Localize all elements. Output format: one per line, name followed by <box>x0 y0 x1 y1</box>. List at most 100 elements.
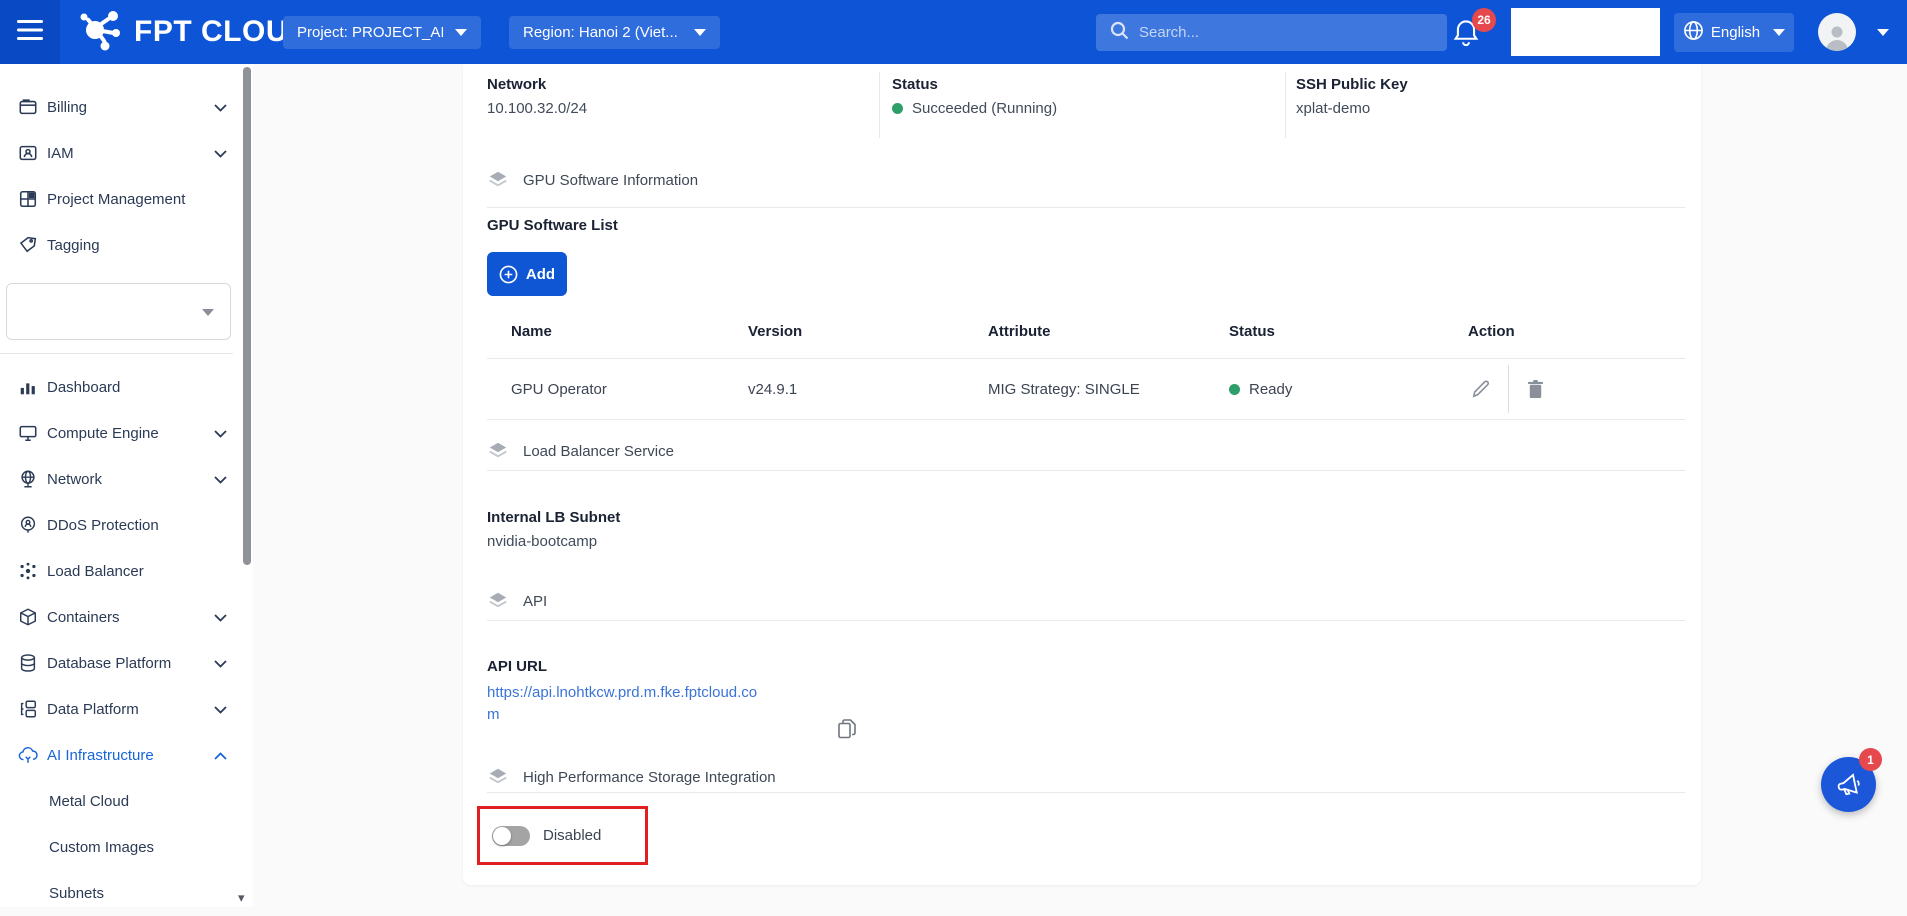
project-selector-label: Project: PROJECT_AIC... <box>297 24 443 41</box>
sidebar-item-label: Database Platform <box>47 655 214 672</box>
language-label: English <box>1711 24 1760 41</box>
ssh-key-label: SSH Public Key <box>1296 76 1685 93</box>
sidebar-item-label: Load Balancer <box>47 563 227 580</box>
database-icon <box>17 652 39 674</box>
copy-icon <box>837 718 857 740</box>
global-search[interactable] <box>1096 14 1447 51</box>
gpu-software-list-title: GPU Software List <box>487 217 1685 234</box>
sidebar-item-load-balancer[interactable]: Load Balancer <box>0 548 253 594</box>
sidebar-item-label: Compute Engine <box>47 425 214 442</box>
chevron-down-icon <box>214 145 227 162</box>
status-dot-green <box>1229 384 1240 395</box>
column-header-attribute: Attribute <box>964 323 1205 340</box>
cell-attribute: MIG Strategy: SINGLE <box>964 381 1205 398</box>
sidebar-item-dashboard[interactable]: Dashboard <box>0 364 253 410</box>
status-field: Status Succeeded (Running) <box>880 72 1286 138</box>
sidebar-item-ai-infrastructure[interactable]: AI Infrastructure <box>0 732 253 778</box>
sidebar-navigation: Billing IAM Project Management Tagging D… <box>0 64 253 907</box>
sidebar-item-containers[interactable]: Containers <box>0 594 253 640</box>
edit-button[interactable] <box>1468 377 1493 402</box>
sidebar-item-label: Dashboard <box>47 379 227 396</box>
ssh-key-field: SSH Public Key xplat-demo <box>1286 72 1685 138</box>
sidebar-item-billing[interactable]: Billing <box>0 84 253 130</box>
language-selector[interactable]: English <box>1674 13 1794 52</box>
bar-chart-icon <box>17 376 39 398</box>
search-input[interactable] <box>1139 24 1433 41</box>
section-divider <box>487 470 1685 471</box>
sidebar-item-label: Project Management <box>47 191 227 208</box>
chevron-down-icon <box>214 425 227 442</box>
sidebar-item-data-platform[interactable]: Data Platform <box>0 686 253 732</box>
chevron-up-icon <box>214 747 227 764</box>
chevron-down-icon <box>214 99 227 116</box>
chevron-down-icon <box>214 609 227 626</box>
user-menu[interactable] <box>1818 13 1889 51</box>
sidebar-item-database-platform[interactable]: Database Platform <box>0 640 253 686</box>
plus-circle-icon <box>499 265 518 284</box>
project-selector[interactable]: Project: PROJECT_AIC... <box>283 16 481 49</box>
section-api: API <box>487 589 1685 613</box>
hamburger-menu-button[interactable] <box>0 0 60 64</box>
sidebar-item-tagging[interactable]: Tagging <box>0 222 253 268</box>
add-gpu-software-button[interactable]: Add <box>487 252 567 296</box>
section-load-balancer-service: Load Balancer Service <box>487 439 1685 463</box>
delete-button[interactable] <box>1524 377 1547 402</box>
column-header-action: Action <box>1444 323 1685 340</box>
sidebar-scroll-down-icon[interactable]: ▾ <box>238 890 245 906</box>
hpsi-toggle-label: Disabled <box>543 827 601 844</box>
notification-count-badge: 26 <box>1472 8 1496 32</box>
gpu-software-table: Name Version Attribute Status Action GPU… <box>487 304 1685 420</box>
column-header-status: Status <box>1205 323 1444 340</box>
section-gpu-software-information: GPU Software Information <box>487 168 1685 192</box>
sidebar-select[interactable] <box>6 283 231 340</box>
monitor-icon <box>17 422 39 444</box>
ddos-shield-icon <box>17 514 39 536</box>
chevron-down-icon <box>1773 29 1785 36</box>
data-stack-icon <box>17 698 39 720</box>
chevron-down-icon <box>202 309 214 316</box>
status-value: Succeeded (Running) <box>892 100 1285 117</box>
sidebar-item-label: Subnets <box>49 885 227 902</box>
package-icon <box>17 606 39 628</box>
api-url-label: API URL <box>487 658 1685 675</box>
nodes-icon <box>17 560 39 582</box>
sidebar-item-network[interactable]: Network <box>0 456 253 502</box>
region-selector[interactable]: Region: Hanoi 2 (Viet... <box>509 16 720 49</box>
section-divider <box>487 792 1685 793</box>
search-icon <box>1110 21 1129 45</box>
internal-lb-subnet-value: nvidia-bootcamp <box>487 533 1685 550</box>
sidebar-item-project-management[interactable]: Project Management <box>0 176 253 222</box>
sidebar-item-label: Containers <box>47 609 214 626</box>
cell-name: GPU Operator <box>487 381 724 398</box>
sidebar-item-metal-cloud[interactable]: Metal Cloud <box>0 778 253 824</box>
sidebar-item-custom-images[interactable]: Custom Images <box>0 824 253 870</box>
api-url-link[interactable]: https://api.lnohtkcw.prd.m.fke.fptcloud.… <box>487 682 759 726</box>
action-divider <box>1508 365 1509 413</box>
cell-action <box>1444 365 1685 413</box>
sidebar-item-subnets[interactable]: Subnets <box>0 870 253 916</box>
sidebar-item-label: DDoS Protection <box>47 517 227 534</box>
layers-icon <box>487 169 509 191</box>
blank-overlay-box <box>1511 8 1660 56</box>
layers-icon <box>487 590 509 612</box>
toggle-knob <box>493 827 511 845</box>
sidebar-divider <box>0 353 233 354</box>
pencil-icon <box>1470 379 1491 400</box>
network-label: Network <box>487 76 879 93</box>
sidebar-item-iam[interactable]: IAM <box>0 130 253 176</box>
sidebar-item-label: AI Infrastructure <box>47 747 214 764</box>
api-url-block: API URL https://api.lnohtkcw.prd.m.fke.f… <box>487 658 1685 726</box>
sidebar-item-label: Metal Cloud <box>49 793 227 810</box>
chevron-down-icon <box>694 29 706 36</box>
sidebar-item-compute-engine[interactable]: Compute Engine <box>0 410 253 456</box>
fpt-logo-icon <box>78 8 124 57</box>
copy-button[interactable] <box>837 718 857 743</box>
cell-status: Ready <box>1205 381 1444 398</box>
chevron-down-icon <box>214 701 227 718</box>
chevron-down-icon <box>214 471 227 488</box>
hpsi-toggle-switch-off[interactable] <box>492 826 530 846</box>
hamburger-icon <box>17 20 43 45</box>
fpt-cloud-logo[interactable]: FPT CLOUD <box>78 0 310 64</box>
sidebar-item-ddos-protection[interactable]: DDoS Protection <box>0 502 253 548</box>
sidebar-scrollbar[interactable] <box>243 67 251 565</box>
